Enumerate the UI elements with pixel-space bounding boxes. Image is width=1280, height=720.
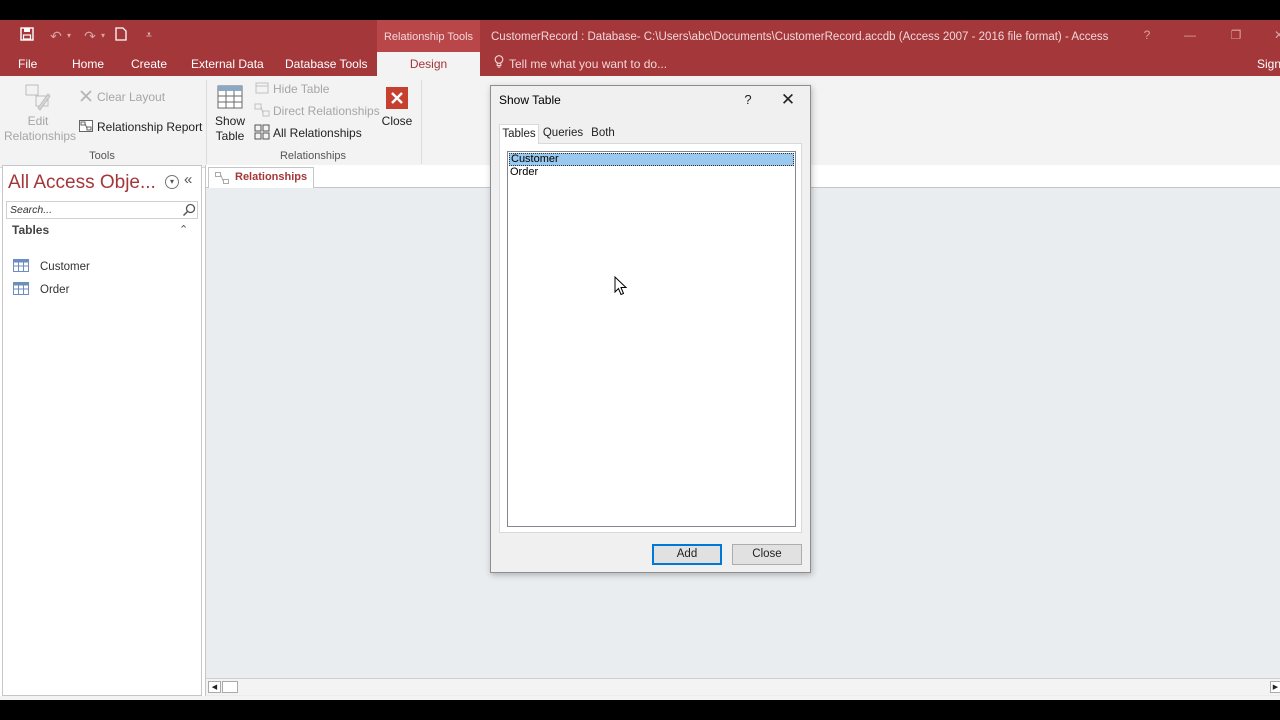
context-tab-group-label: Relationship Tools — [377, 20, 480, 52]
scroll-left-icon[interactable]: ◀ — [208, 681, 221, 693]
new-file-icon[interactable] — [111, 26, 131, 46]
show-table-label-2: Table — [215, 129, 245, 143]
close-icon[interactable]: ✕ — [776, 89, 800, 111]
close-ribbon-label: Close — [381, 114, 413, 128]
direct-relationships-button[interactable]: Direct Relationships — [254, 101, 380, 121]
horizontal-scrollbar[interactable]: ◀ ▶ — [206, 678, 1280, 695]
lightbulb-icon — [494, 52, 504, 76]
shutter-bar-close-icon[interactable]: « — [184, 171, 192, 188]
clear-layout-label: Clear Layout — [97, 90, 166, 104]
show-table-button[interactable]: Show Table — [211, 82, 249, 144]
table-icon — [13, 259, 29, 272]
collapse-section-icon[interactable]: ⌃ — [179, 223, 188, 236]
nav-item-order[interactable]: Order — [13, 280, 69, 300]
edit-relationships-label-1: Edit — [27, 114, 49, 128]
redo-icon[interactable]: ↷ — [80, 26, 100, 46]
tab-queries[interactable]: Queries — [542, 124, 584, 143]
navigation-pane: All Access Obje... ▾ « Search... Tables … — [2, 165, 202, 696]
close-red-icon — [380, 82, 414, 114]
help-icon[interactable]: ? — [1132, 20, 1162, 52]
nav-pane-title[interactable]: All Access Obje... — [8, 172, 156, 194]
table-icon — [13, 282, 29, 295]
tools-group-label: Tools — [89, 150, 115, 162]
nav-dropdown-icon[interactable]: ▾ — [165, 175, 179, 189]
list-item[interactable]: Order — [509, 166, 794, 179]
hide-table-label: Hide Table — [273, 82, 330, 96]
scroll-thumb[interactable] — [222, 681, 238, 693]
show-table-dialog: Show Table ? ✕ Tables Queries Both Custo… — [490, 85, 811, 573]
relationship-report-label: Relationship Report — [97, 120, 203, 134]
nav-item-customer[interactable]: Customer — [13, 257, 90, 277]
nav-item-label: Customer — [40, 261, 90, 273]
nav-section-tables[interactable]: Tables — [12, 223, 49, 237]
edit-relationships-button[interactable]: Edit Relationships — [4, 82, 77, 144]
edit-relationships-label-2: Relationships — [4, 129, 77, 143]
direct-relationships-icon — [254, 102, 270, 118]
table-listbox[interactable]: Customer Order — [507, 151, 796, 527]
tab-tables[interactable]: Tables — [499, 124, 539, 144]
status-bar — [0, 696, 1280, 700]
access-window: ↶ ▾ ↷ ▾ ⩡ Relationship Tools CustomerRec… — [0, 20, 1280, 700]
title-bar: ↶ ▾ ↷ ▾ ⩡ Relationship Tools CustomerRec… — [0, 20, 1280, 52]
show-table-label-1: Show — [214, 114, 246, 128]
all-relationships-label: All Relationships — [273, 126, 362, 140]
close-window-icon[interactable]: ✕ — [1264, 20, 1280, 52]
relationships-group-label: Relationships — [279, 150, 347, 162]
save-icon[interactable] — [17, 26, 37, 46]
restore-icon[interactable]: ❐ — [1221, 20, 1251, 52]
dialog-title: Show Table — [499, 93, 561, 107]
tab-database-tools[interactable]: Database Tools — [285, 52, 368, 76]
close-button[interactable]: Close — [732, 544, 802, 565]
tab-both[interactable]: Both — [588, 124, 618, 143]
search-icon[interactable] — [181, 202, 197, 218]
tab-create[interactable]: Create — [131, 52, 167, 76]
sign-in-link[interactable]: Sign — [1257, 52, 1280, 76]
edit-relationships-icon — [4, 82, 72, 114]
ribbon-tab-row: File Home Create External Data Database … — [0, 52, 1280, 76]
tab-home[interactable]: Home — [72, 52, 104, 76]
nav-search-input[interactable]: Search... — [6, 201, 198, 219]
mouse-cursor-icon — [614, 275, 628, 299]
hide-table-button[interactable]: Hide Table — [254, 79, 329, 99]
help-icon[interactable]: ? — [738, 90, 758, 110]
dialog-tab-panel: Customer Order — [499, 143, 802, 533]
tab-file[interactable]: File — [18, 52, 37, 76]
tell-me-text: Tell me what you want to do... — [509, 57, 668, 71]
tab-design[interactable]: Design — [377, 52, 480, 76]
tab-external-data[interactable]: External Data — [191, 52, 264, 76]
minimize-icon[interactable]: — — [1175, 20, 1205, 52]
tell-me-box[interactable]: Tell me what you want to do... — [494, 52, 667, 76]
tab-relationships[interactable]: Relationships — [208, 167, 314, 188]
clear-layout-button[interactable]: Clear Layout — [78, 87, 165, 107]
list-item[interactable]: Customer — [509, 153, 794, 166]
add-button[interactable]: Add — [652, 544, 722, 565]
close-ribbon-button[interactable]: Close — [380, 82, 414, 129]
ribbon-separator — [206, 80, 207, 164]
nav-item-label: Order — [40, 284, 70, 296]
undo-dropdown-icon[interactable]: ▾ — [64, 26, 74, 46]
relationship-report-icon — [78, 118, 94, 134]
all-relationships-button[interactable]: All Relationships — [254, 123, 362, 143]
direct-relationships-label: Direct Relationships — [273, 104, 380, 118]
scroll-right-icon[interactable]: ▶ — [1270, 681, 1280, 693]
clear-layout-icon — [78, 88, 94, 104]
customize-qat-icon[interactable]: ⩡ — [139, 26, 159, 46]
relationships-tab-icon — [215, 172, 229, 191]
all-relationships-icon — [254, 124, 270, 140]
window-title: CustomerRecord : Database- C:\Users\abc\… — [491, 31, 1109, 43]
hide-table-icon — [254, 80, 270, 96]
show-table-icon — [211, 82, 249, 114]
document-tab-label: Relationships — [235, 171, 308, 183]
ribbon-separator — [421, 80, 422, 164]
redo-dropdown-icon[interactable]: ▾ — [98, 26, 108, 46]
relationship-report-button[interactable]: Relationship Report — [78, 117, 202, 137]
undo-icon[interactable]: ↶ — [46, 26, 66, 46]
